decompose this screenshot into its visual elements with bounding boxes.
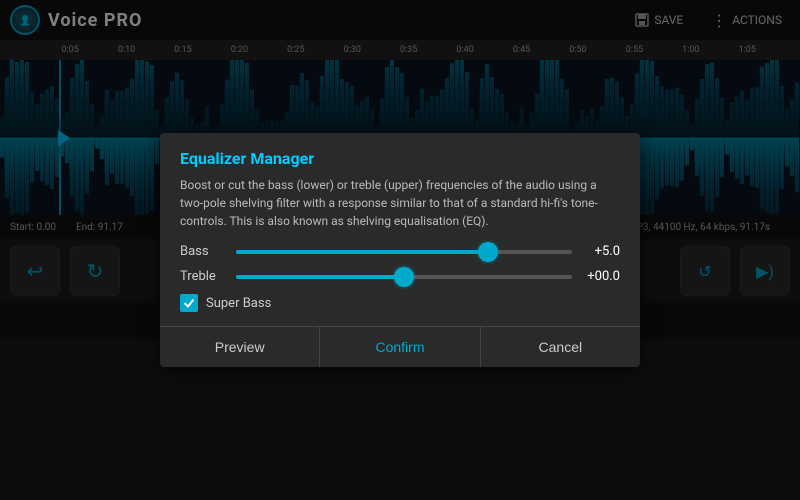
bass-slider-fill: [236, 250, 488, 254]
treble-slider-fill: [236, 275, 404, 279]
super-bass-label: Super Bass: [206, 296, 271, 311]
dialog-description: Boost or cut the bass (lower) or treble …: [180, 176, 620, 230]
bass-slider-row: Bass +5.0: [180, 244, 620, 259]
dialog-buttons: Preview Confirm Cancel: [160, 326, 640, 367]
cancel-button[interactable]: Cancel: [481, 327, 640, 367]
bass-label: Bass: [180, 244, 228, 259]
treble-label: Treble: [180, 269, 228, 284]
preview-button[interactable]: Preview: [160, 327, 319, 367]
treble-value: +00.0: [580, 269, 620, 284]
treble-slider-thumb[interactable]: [394, 267, 414, 287]
bass-slider-track[interactable]: [236, 250, 572, 254]
equalizer-dialog: Equalizer Manager Boost or cut the bass …: [160, 133, 640, 367]
dialog-overlay: Equalizer Manager Boost or cut the bass …: [0, 0, 800, 500]
bass-value: +5.0: [580, 244, 620, 259]
super-bass-checkbox[interactable]: [180, 294, 198, 312]
super-bass-row: Super Bass: [180, 294, 620, 312]
dialog-title: Equalizer Manager: [180, 149, 620, 168]
treble-slider-row: Treble +00.0: [180, 269, 620, 284]
treble-slider-track[interactable]: [236, 275, 572, 279]
bass-slider-thumb[interactable]: [478, 242, 498, 262]
confirm-button[interactable]: Confirm: [319, 327, 480, 367]
